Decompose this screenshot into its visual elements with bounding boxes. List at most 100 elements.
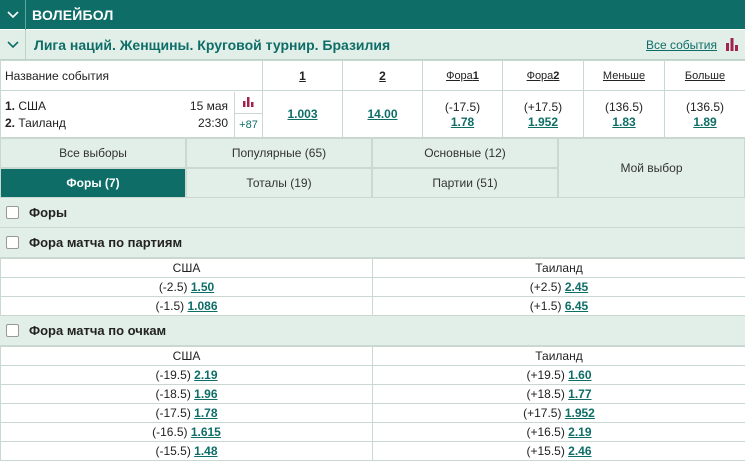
handicap-param: (-17.5) xyxy=(155,406,191,420)
fora1-odd[interactable]: 1.78 xyxy=(451,115,474,129)
stats-icon[interactable] xyxy=(725,38,739,51)
handicap-odd[interactable]: 1.60 xyxy=(568,368,591,382)
odd-2-cell: 14.00 xyxy=(342,90,423,138)
odd-2[interactable]: 14.00 xyxy=(367,107,397,121)
fora-sets-table: США Таиланд (-2.5) 1.50 (+2.5) 2.45 (-1.5)… xyxy=(0,258,745,316)
col-fora2[interactable]: Фора2 xyxy=(502,60,584,91)
market-cell-right: (+18.5) 1.77 xyxy=(372,384,745,404)
handicap-param: (+16.5) xyxy=(526,425,565,439)
market-cell-left: (-18.5) 1.96 xyxy=(0,384,373,404)
section-fora-sets[interactable]: Фора матча по партиям xyxy=(0,228,745,258)
section-title: Фора матча по партиям xyxy=(29,235,183,250)
less-param: (136.5) xyxy=(604,99,644,114)
filter-mine[interactable]: Мой выбор xyxy=(558,138,745,198)
section-title: Фора матча по очкам xyxy=(29,323,167,338)
filter-foras[interactable]: Форы (7) xyxy=(0,168,186,198)
col-fora1[interactable]: Фора1 xyxy=(422,60,503,91)
section-checkbox[interactable] xyxy=(6,324,19,337)
handicap-param: (-15.5) xyxy=(155,444,191,458)
chevron-down-icon[interactable] xyxy=(0,0,26,30)
handicap-odd[interactable]: 2.45 xyxy=(565,280,588,294)
market-header-row: США Таиланд xyxy=(0,346,745,366)
handicap-param: (+19.5) xyxy=(526,368,565,382)
team2-header: Таиланд xyxy=(372,346,745,366)
handicap-odd[interactable]: 1.48 xyxy=(194,444,217,458)
handicap-odd[interactable]: 1.952 xyxy=(565,406,595,420)
fora2-param: (+17.5) xyxy=(523,99,563,114)
handicap-param: (+17.5) xyxy=(523,406,562,420)
sport-header[interactable]: ВОЛЕЙБОЛ xyxy=(0,0,745,30)
fora2-cell: (+17.5) 1.952 xyxy=(502,90,584,138)
section-fora-points[interactable]: Фора матча по очкам xyxy=(0,316,745,346)
less-cell: (136.5) 1.83 xyxy=(583,90,665,138)
less-odd[interactable]: 1.83 xyxy=(612,115,635,129)
filter-main[interactable]: Основные (12) xyxy=(372,138,558,168)
market-row: (-2.5) 1.50 (+2.5) 2.45 xyxy=(0,277,745,297)
market-row: (-17.5) 1.78 (+17.5) 1.952 xyxy=(0,403,745,423)
market-cell-right: (+15.5) 2.46 xyxy=(372,441,745,461)
section-checkbox[interactable] xyxy=(6,236,19,249)
market-cell-left: (-17.5) 1.78 xyxy=(0,403,373,423)
market-header-row: США Таиланд xyxy=(0,258,745,278)
league-title: Лига наций. Женщины. Круговой турнир. Бр… xyxy=(34,36,391,53)
col-1[interactable]: 1 xyxy=(262,60,343,91)
handicap-param: (-2.5) xyxy=(158,280,188,294)
sport-title: ВОЛЕЙБОЛ xyxy=(32,6,114,23)
col-less[interactable]: Меньше xyxy=(583,60,665,91)
odd-1-cell: 1.003 xyxy=(262,90,343,138)
team2-name: Таиланд xyxy=(18,115,66,130)
league-header[interactable]: Лига наций. Женщины. Круговой турнир. Бр… xyxy=(0,29,745,60)
filter-sets[interactable]: Партии (51) xyxy=(372,168,558,198)
section-title: Форы xyxy=(29,205,68,220)
event-time: 23:30 xyxy=(197,115,228,130)
handicap-param: (-16.5) xyxy=(152,425,188,439)
handicap-param: (+1.5) xyxy=(529,299,562,313)
market-cell-right: (+16.5) 2.19 xyxy=(372,422,745,442)
section-checkbox[interactable] xyxy=(6,206,19,219)
col-more[interactable]: Больше xyxy=(664,60,745,91)
filter-totals[interactable]: Тоталы (19) xyxy=(186,168,372,198)
filter-popular[interactable]: Популярные (65) xyxy=(186,138,372,168)
more-cell: (136.5) 1.89 xyxy=(664,90,745,138)
team1-header: США xyxy=(0,346,373,366)
handicap-odd[interactable]: 2.46 xyxy=(568,444,591,458)
col-fora2-num: 2 xyxy=(553,69,560,82)
market-cell-left: (-15.5) 1.48 xyxy=(0,441,373,461)
events-table: Название события 1 2 Фора1 Фора2 Меньше … xyxy=(0,60,745,138)
market-cell-right: (+17.5) 1.952 xyxy=(372,403,745,423)
all-events-link[interactable]: Все события xyxy=(646,38,717,52)
section-foras[interactable]: Форы xyxy=(0,198,745,228)
event-teams[interactable]: 1. США 2. Таиланд xyxy=(1,92,182,137)
col-event-name: Название события xyxy=(0,60,263,91)
odd-1[interactable]: 1.003 xyxy=(287,107,317,121)
market-cell-right: (+1.5) 6.45 xyxy=(372,296,745,316)
stats-icon[interactable] xyxy=(235,92,262,114)
handicap-odd[interactable]: 1.77 xyxy=(568,387,591,401)
fora2-odd[interactable]: 1.952 xyxy=(528,115,558,129)
team2-header: Таиланд xyxy=(372,258,745,278)
team2-num: 2. xyxy=(5,115,16,130)
handicap-odd[interactable]: 1.615 xyxy=(191,425,221,439)
handicap-odd[interactable]: 6.45 xyxy=(565,299,588,313)
market-cell-left: (-1.5) 1.086 xyxy=(0,296,373,316)
handicap-odd[interactable]: 1.086 xyxy=(187,299,217,313)
handicap-odd[interactable]: 1.78 xyxy=(194,406,217,420)
chevron-down-icon[interactable] xyxy=(0,29,26,60)
handicap-param: (-18.5) xyxy=(155,387,191,401)
handicap-param: (+18.5) xyxy=(526,387,565,401)
handicap-odd[interactable]: 1.96 xyxy=(194,387,217,401)
team1-name: США xyxy=(18,98,47,113)
more-odd[interactable]: 1.89 xyxy=(693,115,716,129)
col-2[interactable]: 2 xyxy=(342,60,423,91)
col-fora1-num: 1 xyxy=(472,69,479,82)
handicap-odd[interactable]: 2.19 xyxy=(568,425,591,439)
market-cell-right: (+19.5) 1.60 xyxy=(372,365,745,385)
team1-header: США xyxy=(0,258,373,278)
more-bets-button[interactable]: +87 xyxy=(235,114,262,137)
event-date: 15 мая xyxy=(189,98,228,113)
handicap-odd[interactable]: 1.50 xyxy=(191,280,214,294)
market-cell-right: (+2.5) 2.45 xyxy=(372,277,745,297)
filter-all[interactable]: Все выборы xyxy=(0,138,186,168)
fora1-cell: (-17.5) 1.78 xyxy=(422,90,503,138)
handicap-odd[interactable]: 2.19 xyxy=(194,368,217,382)
